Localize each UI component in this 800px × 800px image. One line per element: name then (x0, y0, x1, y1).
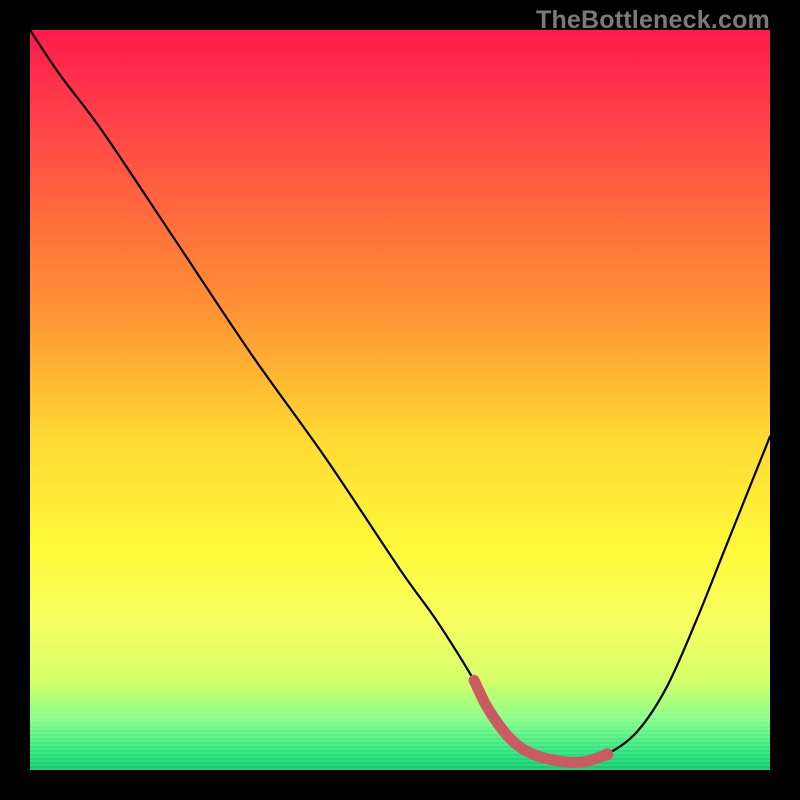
bottom-stripe-band (30, 712, 770, 770)
bottleneck-curve (30, 30, 770, 763)
curve-svg (30, 30, 770, 770)
chart-frame: TheBottleneck.com (0, 0, 800, 800)
optimal-range-marker (474, 680, 607, 762)
optimal-end-dot (601, 748, 613, 760)
plot-area (30, 30, 770, 770)
